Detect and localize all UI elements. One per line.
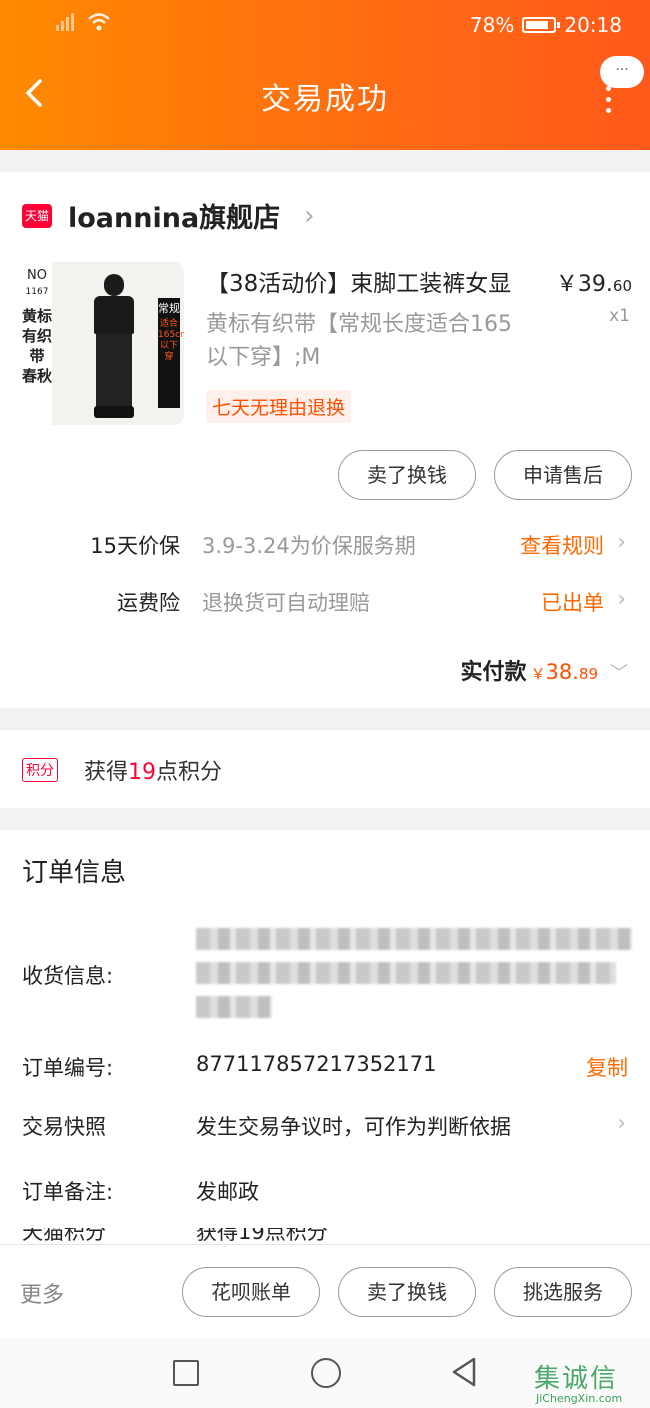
points-row-text: 获得19点积分 (196, 1228, 328, 1244)
snapshot-label: 交易快照 (22, 1115, 106, 1139)
note-label: 订单备注: (22, 1180, 114, 1204)
points-row-label: 天猫积分 (22, 1228, 106, 1244)
battery-icon (522, 17, 561, 33)
order-number-label: 订单编号: (22, 1056, 114, 1080)
home-icon[interactable] (311, 1358, 341, 1388)
product-quantity: x1 (609, 306, 630, 326)
huabei-bill-button[interactable]: 花呗账单 (182, 1267, 320, 1317)
watermark-logo: 集诚信 JiChengXin.com (534, 1364, 623, 1405)
chevron-right-icon: › (617, 530, 626, 555)
product-image-label: NO 1167 黄标有织带 春秋 (22, 262, 52, 425)
after-sale-button[interactable]: 申请售后 (494, 450, 632, 500)
chevron-right-icon: › (304, 200, 315, 231)
copy-button[interactable]: 复制 (586, 1052, 628, 1082)
recent-apps-icon[interactable] (173, 1360, 199, 1386)
status-bar: 78% 20:18 (0, 0, 650, 52)
snapshot-text: 发生交易争议时，可作为判断依据 (196, 1115, 511, 1139)
wifi-icon (88, 13, 110, 31)
price-protection-row[interactable]: 15天价保 3.9-3.24为价保服务期 查看规则 › (0, 530, 650, 570)
service-text: 3.9-3.24为价保服务期 (202, 534, 416, 558)
product-image-tag: 常规 适合165cm以下穿 (158, 298, 184, 408)
tmall-icon: 天猫 (22, 203, 52, 228)
shop-link[interactable]: 天猫 loannina旗舰店 › (22, 196, 315, 235)
paid-label: 实付款 (460, 660, 527, 685)
shop-name: loannina旗舰店 (68, 203, 281, 234)
status-icons-right: 78% 20:18 (470, 13, 622, 37)
signal-icon (56, 13, 74, 31)
bottom-action-bar: 更多 花呗账单 卖了换钱 挑选服务 (0, 1244, 650, 1338)
message-bubble-icon[interactable]: ··· (600, 56, 644, 88)
service-label: 15天价保 (90, 534, 180, 558)
product-price: ￥39.60 (555, 272, 632, 297)
chevron-right-icon: › (617, 1111, 626, 1136)
product-image[interactable]: NO 1167 黄标有织带 春秋 常规 适合165cm以下穿 (22, 262, 184, 425)
shipping-insurance-row[interactable]: 运费险 退换货可自动理赔 已出单 › (0, 587, 650, 627)
page-title: 交易成功 (261, 82, 389, 117)
product-title[interactable]: 【38活动价】束脚工装裤女显 (206, 264, 551, 298)
more-button[interactable]: 更多 (20, 1277, 64, 1309)
model-figure (84, 274, 144, 419)
chevron-down-icon: ﹀ (610, 663, 628, 684)
paid-amount-row[interactable]: 实付款 ￥38.89 ﹀ (460, 654, 628, 686)
address-blurred (196, 928, 632, 1020)
order-info-card: 订单信息 收货信息: 订单编号: 877117857217352171 复制 交… (0, 830, 650, 1244)
choose-service-button[interactable]: 挑选服务 (494, 1267, 632, 1317)
sell-for-cash-button[interactable]: 卖了换钱 (338, 1267, 476, 1317)
view-rules-link[interactable]: 查看规则 (520, 530, 604, 560)
service-text: 退换货可自动理赔 (202, 591, 370, 615)
policy-issued-link[interactable]: 已出单 (541, 587, 604, 617)
points-text: 获得19点积分 (84, 760, 223, 785)
order-info-title: 订单信息 (22, 858, 127, 888)
app-header: 78% 20:18 交易成功 ··· (0, 0, 650, 150)
address-label: 收货信息: (22, 964, 114, 988)
status-time: 20:18 (564, 13, 622, 37)
points-card: 积分 获得19点积分 (0, 730, 650, 808)
order-number: 877117857217352171 (196, 1052, 437, 1076)
more-menu-icon[interactable] (602, 86, 614, 116)
sell-button[interactable]: 卖了换钱 (338, 450, 476, 500)
chevron-right-icon: › (617, 587, 626, 612)
return-policy-badge: 七天无理由退换 (206, 390, 352, 423)
points-tag: 积分 (22, 758, 58, 782)
back-triangle-icon[interactable] (450, 1356, 478, 1388)
product-sku: 黄标有织带【常规长度适合165以下穿】;M (206, 312, 512, 370)
battery-percent: 78% (469, 13, 515, 37)
note-text: 发邮政 (196, 1180, 259, 1204)
paid-amount: ￥38.89 (530, 660, 598, 684)
service-label: 运费险 (117, 591, 180, 615)
order-item-card: 天猫 loannina旗舰店 › NO 1167 黄标有织带 春秋 常规 适合1… (0, 172, 650, 708)
status-icons-left (55, 12, 111, 32)
points-row-partial: 天猫积分 获得19点积分 (0, 1228, 650, 1244)
